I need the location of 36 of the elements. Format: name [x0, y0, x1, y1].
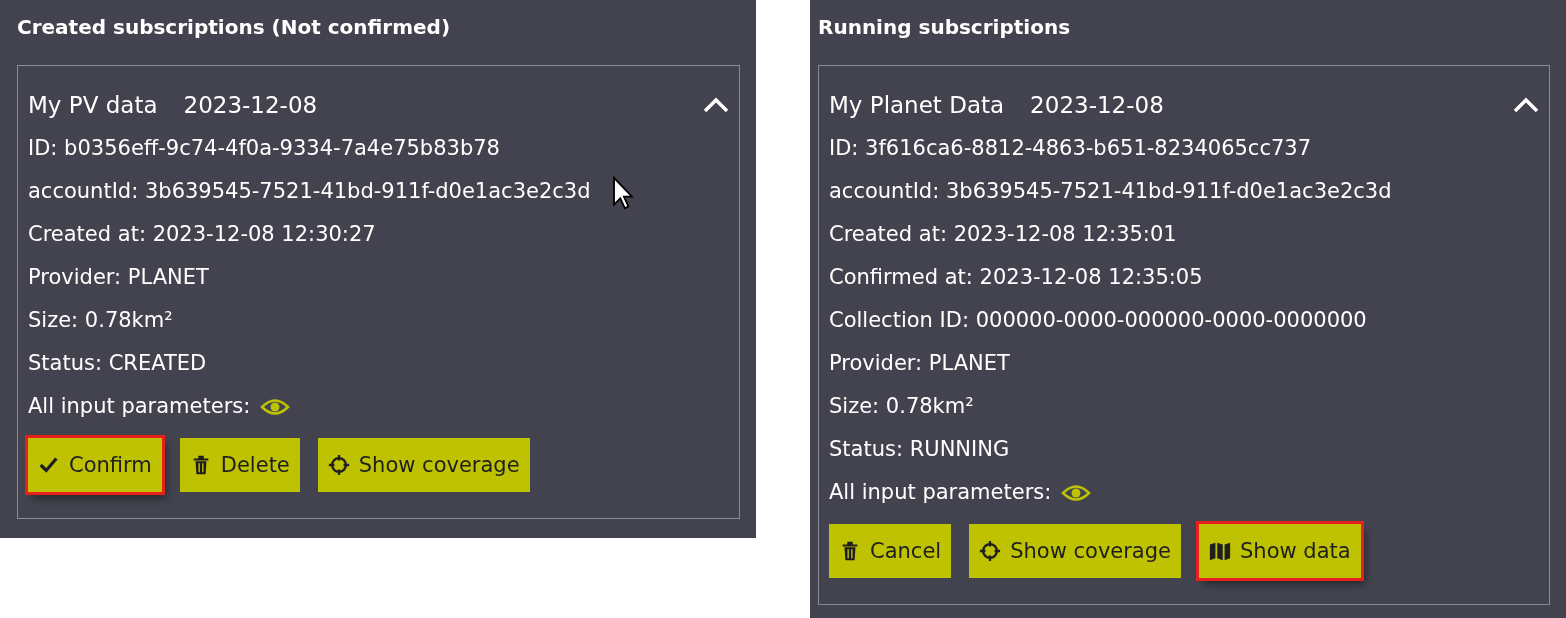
action-button[interactable]: Show coverage: [317, 438, 530, 492]
subscription-name: My Planet Data: [829, 91, 1005, 120]
action-button[interactable]: Cancel: [829, 524, 952, 578]
eye-icon[interactable]: [1061, 482, 1092, 503]
subscription-date: 2023-12-08: [183, 91, 318, 120]
mouse-pointer-icon: [612, 176, 634, 210]
eye-icon[interactable]: [260, 396, 291, 417]
action-button[interactable]: Confirm: [28, 438, 162, 492]
chevron-up-icon[interactable]: [1513, 97, 1539, 113]
crosshair-icon: [327, 454, 350, 476]
detail-line: accountId: 3b639545-7521-41bd-911f-d0e1ac3e2c3d: [28, 179, 591, 204]
detail-line: ID: 3f616ca6-8812-4863-b651-8234065cc737: [829, 136, 1312, 161]
detail-line: Size: 0.78km²: [829, 394, 974, 419]
action-button[interactable]: Show data: [1199, 524, 1361, 578]
detail-line: accountId: 3b639545-7521-41bd-911f-d0e1ac3e2c3d: [829, 179, 1392, 204]
detail-line: Status: RUNNING: [829, 437, 1010, 462]
detail-line: Created at: 2023-12-08 12:35:01: [829, 222, 1177, 247]
section-title: Created subscriptions (Not confirmed): [17, 14, 452, 41]
action-button[interactable]: Show coverage: [969, 524, 1181, 578]
section-title: Running subscriptions: [818, 14, 1072, 41]
detail-line: ID: b0356eff-9c74-4f0a-9334-7a4e75b83b78: [28, 136, 500, 161]
map-icon: [1209, 540, 1231, 562]
detail-line: Status: CREATED: [28, 351, 207, 376]
parameters-label: All input parameters:: [829, 480, 1052, 505]
detail-line: Collection ID: 000000-0000-000000-0000-0000000: [829, 308, 1367, 333]
subscription-date: 2023-12-08: [1030, 91, 1164, 120]
parameters-label: All input parameters:: [28, 394, 251, 419]
detail-line: Provider: PLANET: [829, 351, 1010, 376]
detail-line: Size: 0.78km²: [28, 308, 173, 333]
action-button[interactable]: Delete: [179, 438, 300, 492]
detail-line: Provider: PLANET: [28, 265, 209, 290]
detail-line: Confirmed at: 2023-12-08 12:35:05: [829, 265, 1203, 290]
chevron-up-icon[interactable]: [703, 97, 729, 113]
crosshair-icon: [979, 540, 1002, 562]
detail-line: Created at: 2023-12-08 12:30:27: [28, 222, 376, 247]
subscription-name: My PV data: [28, 91, 158, 120]
